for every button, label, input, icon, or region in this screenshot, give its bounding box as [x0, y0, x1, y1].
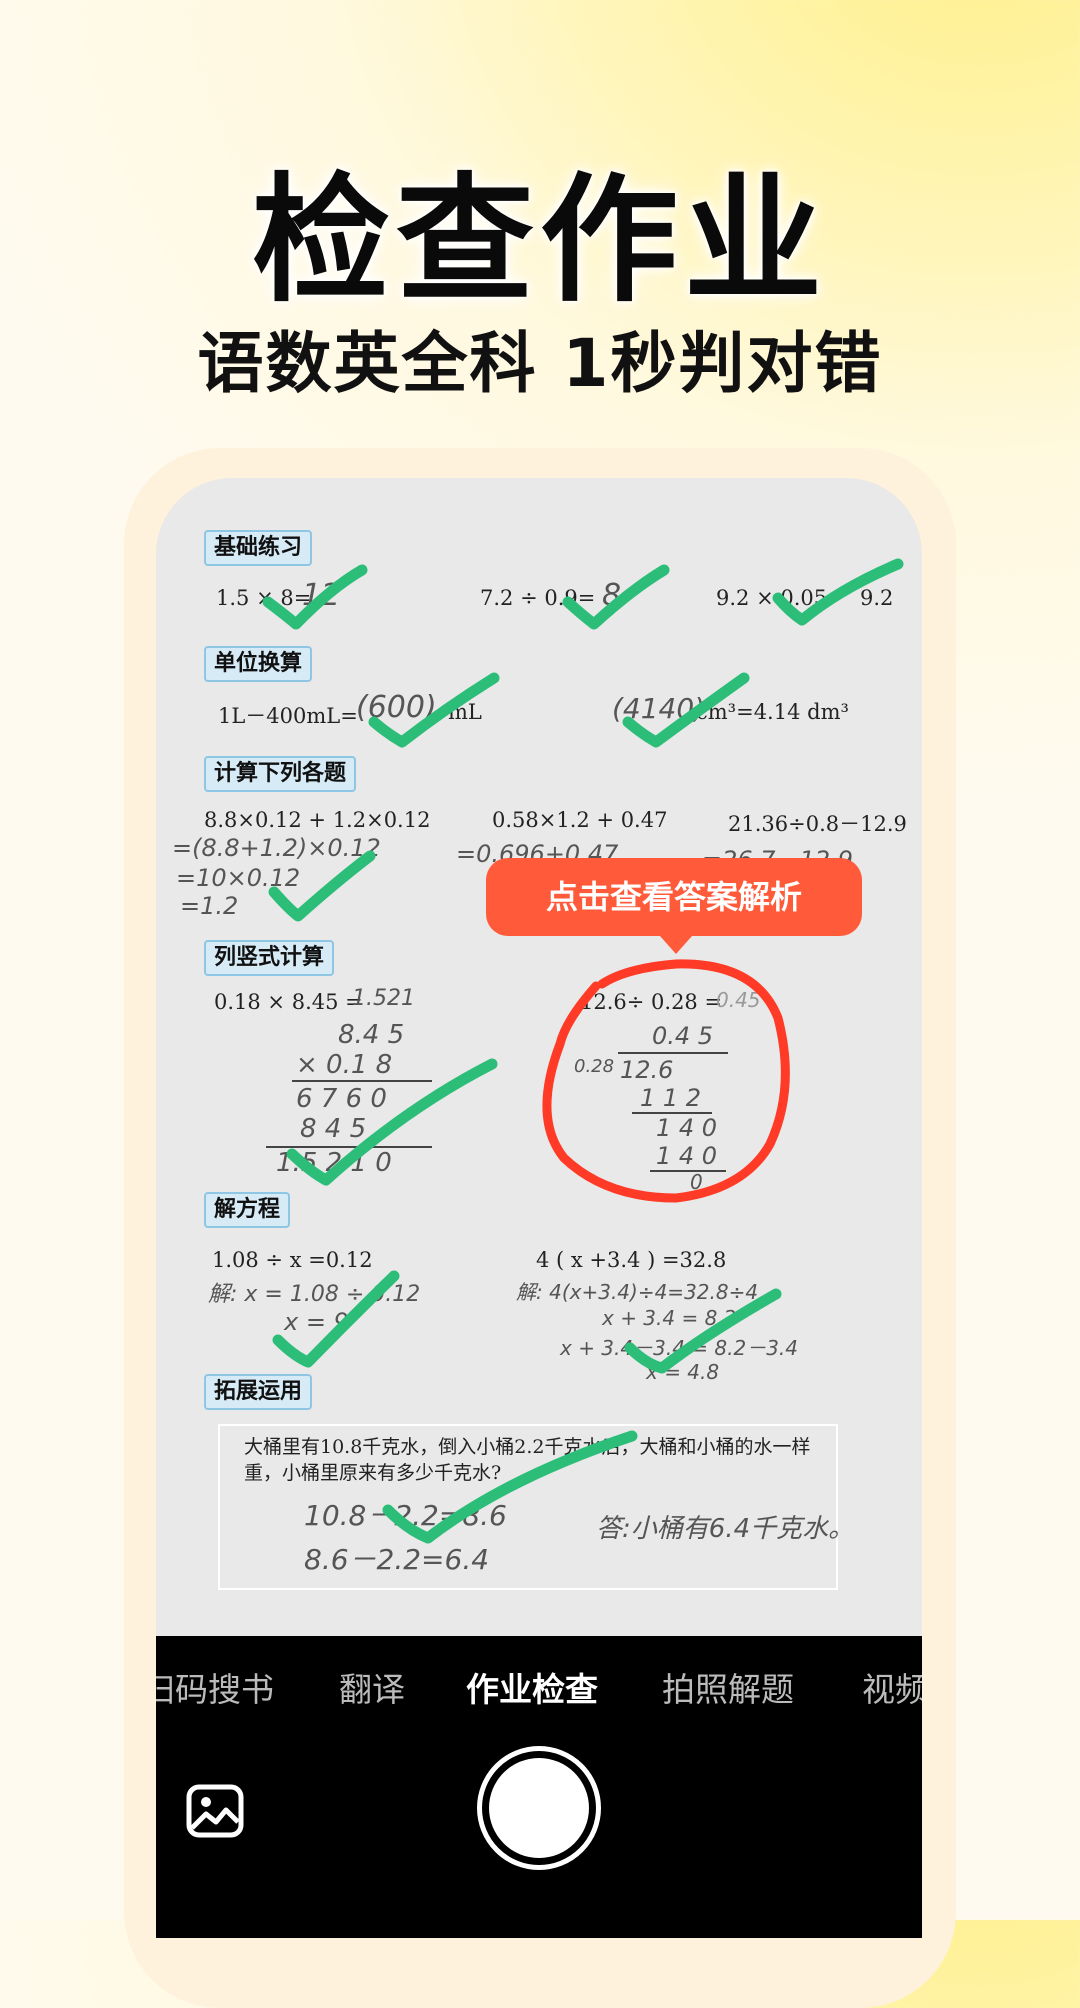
question-text: cm³=4.14 dm³ — [696, 700, 849, 724]
handwritten-step: 8.6－2.2=6.4 — [304, 1543, 490, 1576]
handwritten-answer: 答:小桶有6.4千克水。 — [596, 1514, 855, 1544]
section-label-compute: 计算下列各题 — [204, 756, 357, 792]
handwritten-step: x + 3.4－3.4 = 8.2－3.4 — [560, 1336, 799, 1360]
tab-photo-solve[interactable]: 拍照解题 — [662, 1660, 794, 1720]
camera-mode-tabs: 扫码搜书 翻译 作业检查 拍照解题 视频 — [156, 1660, 922, 1720]
question-text: 大桶里有10.8千克水，倒入小桶2.2千克水后，大桶和小桶的水一样 — [244, 1436, 811, 1458]
question-text: mL — [448, 700, 482, 724]
handwritten-step: =1.2 — [180, 892, 239, 920]
tooltip-arrow — [660, 936, 692, 954]
shutter-button[interactable] — [477, 1746, 601, 1870]
divider-line — [292, 1080, 432, 1082]
section-label-units: 单位换算 — [204, 646, 313, 682]
tab-scan-book[interactable]: 扫码搜书 — [156, 1660, 274, 1720]
gallery-button[interactable] — [186, 1784, 244, 1838]
handwritten-step: 0.28 — [574, 1056, 615, 1077]
handwritten-step: 0 — [690, 1170, 703, 1194]
handwritten-answer: 1.521 — [352, 986, 415, 1011]
question-text: 0.58×1.2 + 0.47 — [492, 808, 668, 832]
question-text: 4 ( x +3.4 ) =32.8 — [536, 1248, 727, 1272]
handwritten-step: x + 3.4 = 8.2 — [602, 1306, 737, 1330]
question-text: 21.36÷0.8－12.9 — [728, 812, 907, 836]
tab-translate[interactable]: 翻译 — [339, 1660, 405, 1720]
question-text: 9.2 — [860, 586, 894, 610]
question-text: 0.18 × 8.45 = — [214, 990, 363, 1014]
handwritten-step: 解: x = 1.08 ÷ 0.12 — [208, 1282, 421, 1307]
handwritten-step: 1.5 2 1 0 — [276, 1148, 392, 1178]
handwritten-step: 1 4 0 — [656, 1142, 718, 1170]
question-text: 9.2 × 0.05 — [716, 586, 828, 610]
question-text: 1.5 × 8= — [216, 586, 312, 610]
question-text: 8.8×0.12 + 1.2×0.12 — [204, 808, 431, 832]
handwritten-step: 解: 4(x+3.4)÷4=32.8÷4 — [516, 1280, 759, 1304]
subline: 语数英全科 1秒判对错 — [197, 325, 883, 402]
section-label-equation: 解方程 — [204, 1192, 291, 1228]
handwritten-step: × 0.1 8 — [296, 1050, 393, 1080]
handwritten-answer: (600) — [356, 690, 437, 725]
divider-line — [650, 1170, 726, 1172]
section-label-basic: 基础练习 — [204, 530, 313, 566]
homework-worksheet: 基础练习 1.5 × 8= 12 7.2 ÷ 0.9= 8 9.2 × 0.05… — [156, 478, 922, 1638]
image-icon — [186, 1784, 244, 1838]
handwritten-step: x = 9 — [284, 1308, 349, 1336]
answer-analysis-tooltip[interactable]: 点击查看答案解析 — [486, 858, 862, 936]
handwritten-step: 1 1 2 — [640, 1084, 702, 1112]
handwritten-answer: 8 — [602, 578, 622, 613]
phone-screen: 基础练习 1.5 × 8= 12 7.2 ÷ 0.9= 8 9.2 × 0.05… — [156, 478, 922, 1938]
handwritten-step: 6 7 6 0 — [296, 1084, 387, 1114]
question-text: 1.08 ÷ x =0.12 — [212, 1248, 373, 1272]
handwritten-step: 10.8－2.2=8.6 — [304, 1499, 507, 1532]
section-label-vertical: 列竖式计算 — [204, 940, 335, 976]
tab-homework-check[interactable]: 作业检查 — [466, 1660, 598, 1720]
divider-line — [618, 1052, 728, 1054]
shutter-inner — [489, 1758, 589, 1858]
camera-control-bar: 扫码搜书 翻译 作业检查 拍照解题 视频 — [156, 1636, 922, 1938]
handwritten-step: =(8.8+1.2)×0.12 — [172, 834, 381, 862]
question-text: 重，小桶里原来有多少千克水? — [244, 1462, 502, 1484]
tab-video[interactable]: 视频 — [862, 1660, 922, 1720]
question-text: 7.2 ÷ 0.9= — [480, 586, 596, 610]
handwritten-answer: 12 — [302, 578, 341, 613]
question-text: 1L－400mL= — [218, 704, 358, 728]
handwritten-answer: 0.45 — [716, 988, 761, 1012]
question-text: 12.6÷ 0.28 = — [580, 990, 723, 1014]
handwritten-step: =10×0.12 — [176, 864, 301, 892]
handwritten-step: 1 4 0 — [656, 1114, 718, 1142]
headline: 检查作业 — [251, 160, 828, 321]
handwritten-step: 12.6 — [620, 1056, 674, 1084]
section-label-application: 拓展运用 — [204, 1374, 313, 1410]
handwritten-answer: (4140) — [612, 692, 706, 725]
handwritten-step: 8.4 5 — [338, 1020, 405, 1050]
handwritten-step: 8 4 5 — [300, 1114, 367, 1144]
handwritten-step: x = 4.8 — [646, 1360, 720, 1384]
handwritten-step: 0.4 5 — [652, 1022, 714, 1050]
